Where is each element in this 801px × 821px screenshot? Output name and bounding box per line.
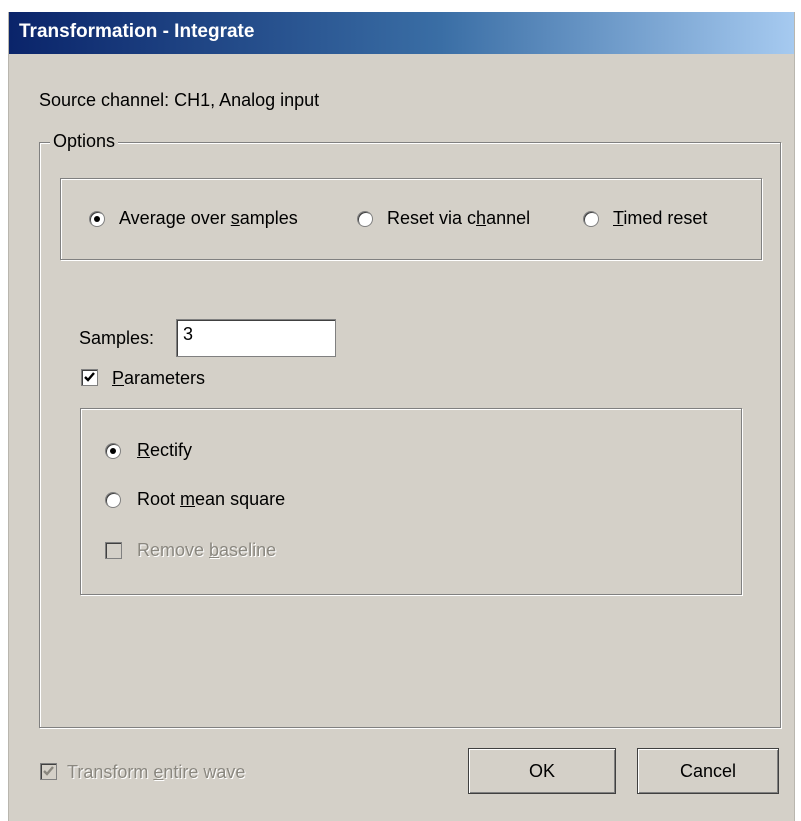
radio-button-icon[interactable] xyxy=(105,492,121,508)
checkbox-icon[interactable] xyxy=(105,542,122,559)
checkbox-icon[interactable] xyxy=(81,369,98,386)
parameters-group: Rectify Root mean square Remove baseline xyxy=(80,408,742,595)
parameters-label[interactable]: Parameters xyxy=(112,368,205,389)
radio-button-icon[interactable] xyxy=(105,443,121,459)
remove-baseline-label[interactable]: Remove baseline xyxy=(137,540,276,561)
cancel-button[interactable]: Cancel xyxy=(637,748,779,794)
reset-via-channel-label[interactable]: Reset via channel xyxy=(387,208,530,229)
title-bar[interactable]: Transformation - Integrate xyxy=(9,12,794,54)
rectify-label[interactable]: Rectify xyxy=(137,440,192,461)
radio-selected-dot xyxy=(110,448,116,454)
checkmark-icon xyxy=(84,372,95,382)
window-title: Transformation - Integrate xyxy=(19,21,255,42)
radio-selected-dot xyxy=(94,216,100,222)
samples-label: Samples: xyxy=(79,328,155,348)
source-channel-label: Source channel: CH1, Analog input xyxy=(39,90,320,110)
integrate-dialog: Transformation - Integrate Source channe… xyxy=(8,12,795,821)
timed-reset-label[interactable]: Timed reset xyxy=(613,208,707,229)
root-mean-square-label[interactable]: Root mean square xyxy=(137,489,285,510)
average-over-samples-label[interactable]: Average over samples xyxy=(119,208,298,229)
options-legend: Options xyxy=(50,131,119,152)
radio-button-icon[interactable] xyxy=(583,211,599,227)
samples-input[interactable]: 3 xyxy=(176,319,336,357)
transform-entire-wave-label[interactable]: Transform entire wave xyxy=(67,762,245,783)
radio-button-icon[interactable] xyxy=(357,211,373,227)
radio-button-icon[interactable] xyxy=(89,211,105,227)
ok-button[interactable]: OK xyxy=(468,748,616,794)
checkbox-icon[interactable] xyxy=(40,763,57,780)
options-group: Options Average over samples Reset via c… xyxy=(39,131,781,728)
mode-group: Average over samples Reset via channel T… xyxy=(60,178,762,260)
checkmark-icon xyxy=(43,766,54,776)
